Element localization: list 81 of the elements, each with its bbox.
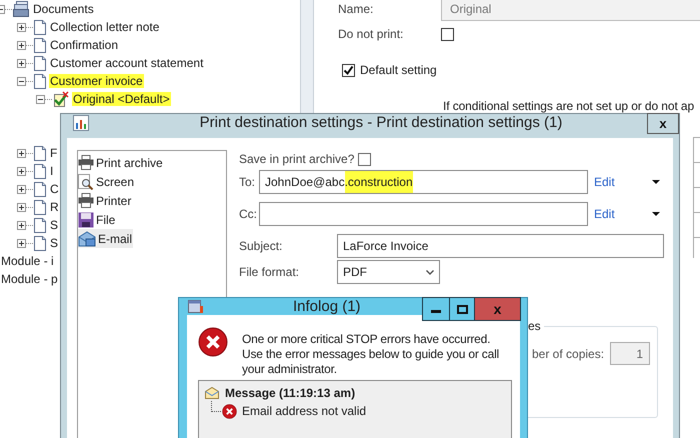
close-button[interactable]: x	[475, 297, 521, 321]
expand-icon[interactable]	[17, 202, 26, 212]
document-icon	[34, 56, 46, 70]
dropdown-caret-icon[interactable]	[652, 180, 660, 184]
documents-icon	[13, 1, 29, 17]
field-label: To:	[239, 175, 256, 189]
edit-link[interactable]: Edit	[594, 207, 648, 221]
tree-item[interactable]: Original <Default>	[72, 92, 171, 106]
tree-item[interactable]: S	[49, 218, 60, 232]
expand-icon[interactable]	[17, 184, 26, 194]
expand-icon[interactable]	[17, 238, 26, 248]
tree-item[interactable]: Module - p	[0, 272, 59, 286]
document-icon	[34, 182, 46, 196]
document-icon	[34, 38, 46, 52]
field-label: Save in print archive?	[239, 152, 354, 166]
expand-icon[interactable]	[17, 40, 26, 50]
dropdown-caret-icon[interactable]	[652, 212, 660, 216]
log-window-icon	[188, 300, 203, 314]
tree-item[interactable]: Confirmation	[49, 38, 120, 52]
expand-icon[interactable]	[17, 58, 26, 68]
log-entry[interactable]: Email address not valid	[242, 404, 366, 418]
cc-field[interactable]	[259, 202, 588, 226]
error-message: One or more critical STOP errors have occurred. Use the error messages below to guide you or call your administrator.	[242, 332, 500, 377]
edit-link[interactable]: Edit	[594, 175, 648, 189]
tree-item[interactable]: Customer account statement	[49, 56, 204, 70]
tree-item[interactable]: Collection letter note	[49, 20, 160, 34]
field-label: Cc:	[239, 207, 258, 221]
window-title: Print destination settings - Print destination settings (1)	[200, 114, 562, 131]
log-header: Message (11:19:13 am)	[225, 386, 356, 400]
expand-icon[interactable]	[17, 148, 26, 158]
tree-item[interactable]: S	[49, 236, 60, 250]
expand-icon[interactable]	[17, 22, 26, 32]
expand-icon[interactable]	[17, 166, 26, 176]
minimize-button[interactable]	[422, 297, 450, 321]
expand-icon[interactable]	[17, 220, 26, 230]
document-icon	[34, 146, 46, 160]
destination-item[interactable]: Print archive	[96, 156, 163, 170]
maximize-button[interactable]	[450, 297, 475, 321]
document-check-icon	[53, 91, 69, 107]
tree-item[interactable]: R	[49, 200, 60, 214]
info-text: If conditional settings are not set up or do not ap	[443, 99, 696, 113]
tree-item[interactable]: Documents	[32, 2, 95, 16]
field-label: Name:	[338, 2, 374, 16]
file-format-select[interactable]: PDF	[337, 260, 440, 284]
tree-item[interactable]: Module - i	[0, 254, 55, 268]
document-icon	[34, 200, 46, 214]
tree-item[interactable]: Customer invoice	[49, 74, 144, 88]
printer-icon	[78, 155, 94, 170]
checkbox[interactable]	[342, 64, 355, 76]
collapse-icon[interactable]	[36, 94, 45, 104]
collapse-icon[interactable]	[17, 76, 26, 86]
field-label: Subject:	[239, 239, 284, 253]
name-field[interactable]: Original	[441, 0, 700, 21]
copies-field[interactable]: 1	[610, 342, 650, 365]
error-icon	[222, 404, 237, 418]
document-icon	[34, 74, 46, 88]
close-button[interactable]: x	[647, 113, 679, 134]
destination-item[interactable]: Screen	[96, 174, 134, 188]
checkbox-label: Default setting	[360, 63, 437, 77]
window-title: Infolog (1)	[293, 298, 361, 315]
tree-item[interactable]: F	[49, 146, 58, 160]
error-icon	[198, 327, 228, 357]
to-field[interactable]: JohnDoe@abc.construction	[259, 170, 588, 194]
document-icon	[34, 236, 46, 250]
field-label: Do not print:	[338, 27, 404, 41]
field-label: ber of copies:	[532, 346, 604, 360]
subject-field[interactable]: LaForce Invoice	[337, 234, 664, 258]
document-icon	[34, 20, 46, 34]
document-icon	[34, 218, 46, 232]
envelope-icon	[78, 230, 96, 246]
envelope-icon	[205, 387, 219, 399]
tree-item[interactable]: C	[49, 182, 60, 196]
checkbox[interactable]	[358, 152, 372, 166]
field-label: File format:	[239, 265, 300, 279]
tree-item[interactable]: I	[49, 164, 54, 178]
destination-item[interactable]: File	[96, 212, 116, 226]
document-icon	[34, 164, 46, 178]
chevron-down-icon	[426, 270, 434, 274]
destination-item[interactable]: Printer	[96, 194, 132, 208]
checkbox[interactable]	[441, 28, 454, 40]
printer-icon	[78, 193, 94, 208]
